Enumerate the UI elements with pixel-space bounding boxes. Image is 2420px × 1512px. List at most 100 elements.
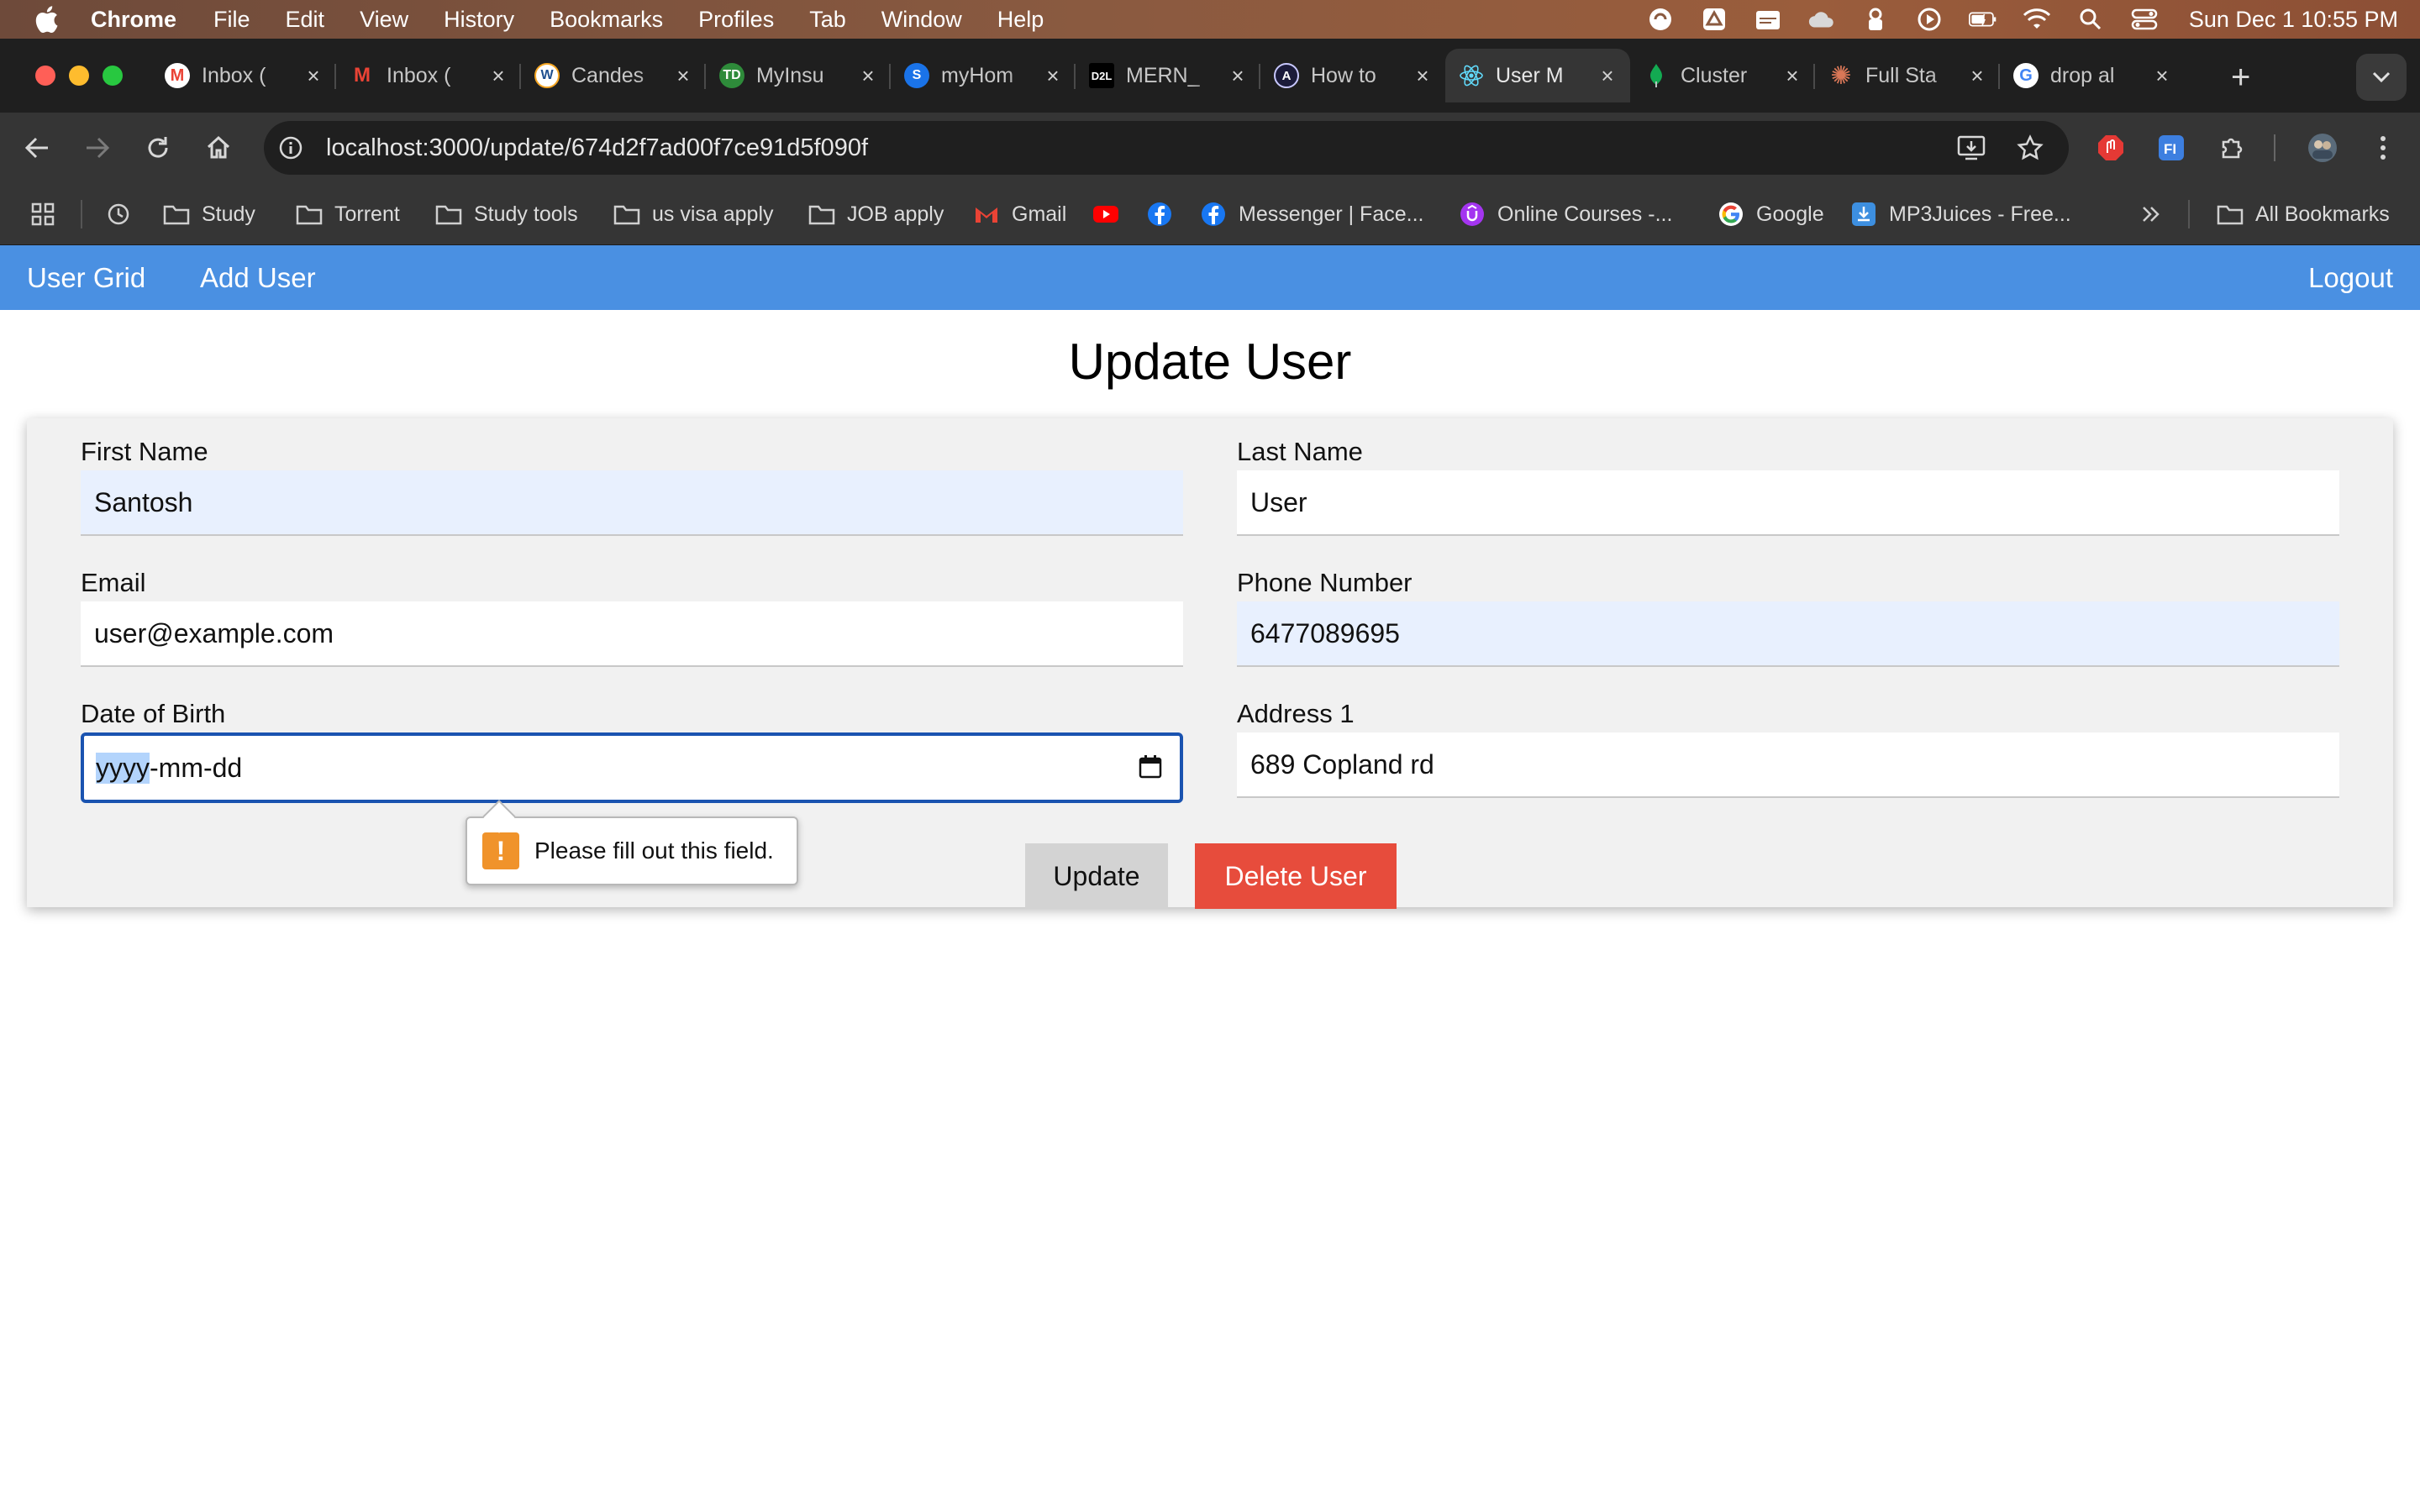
folder-icon	[435, 202, 462, 227]
install-app-icon[interactable]	[1956, 133, 1986, 163]
address1-field[interactable]: 689 Copland rd	[1237, 732, 2339, 798]
menubar-clock[interactable]: Sun Dec 1 10:55 PM	[2189, 7, 2398, 33]
phone-number-field[interactable]: 6477089695	[1237, 601, 2339, 667]
gmail-icon: M	[354, 64, 371, 87]
bookmark-label: Messenger | Face...	[1239, 202, 1424, 226]
tab-mern[interactable]: D2L MERN_ ×	[1076, 49, 1260, 102]
email-field[interactable]: user@example.com	[81, 601, 1183, 667]
close-icon[interactable]: ×	[1042, 63, 1064, 88]
menu-app-name[interactable]: Chrome	[91, 7, 176, 33]
menu-tab[interactable]: Tab	[809, 7, 846, 33]
menu-profiles[interactable]: Profiles	[698, 7, 774, 33]
close-icon[interactable]: ×	[1412, 63, 1434, 88]
drive-icon[interactable]	[1700, 7, 1728, 32]
fi-extension-icon[interactable]: FI	[2154, 131, 2188, 165]
last-name-field[interactable]: User	[1237, 470, 2339, 536]
bookmark-job-apply[interactable]: JOB apply	[808, 198, 944, 230]
menu-file[interactable]: File	[213, 7, 250, 33]
tab-myinsu[interactable]: TD MyInsu ×	[706, 49, 891, 102]
more-bookmarks-chevron-icon[interactable]	[2141, 198, 2161, 230]
close-icon[interactable]: ×	[1227, 63, 1249, 88]
site-info-icon[interactable]	[276, 133, 306, 163]
tab-search-chevron-icon[interactable]	[2356, 54, 2407, 101]
play-icon[interactable]	[1915, 7, 1944, 32]
bookmark-label: Gmail	[1012, 202, 1067, 226]
nav-user-grid-link[interactable]: User Grid	[27, 262, 145, 294]
close-window-button[interactable]	[35, 66, 55, 86]
close-icon[interactable]: ×	[487, 63, 509, 88]
url-text[interactable]: localhost:3000/update/674d2f7ad00f7ce91d…	[326, 134, 868, 162]
menu-help[interactable]: Help	[997, 7, 1044, 33]
close-icon[interactable]: ×	[1781, 63, 1803, 88]
menu-window[interactable]: Window	[881, 7, 962, 33]
battery-icon[interactable]	[1968, 7, 1997, 32]
bookmark-gmail[interactable]: Gmail	[973, 198, 1066, 230]
close-icon[interactable]: ×	[857, 63, 879, 88]
bookmark-facebook[interactable]	[1146, 198, 1185, 230]
tab-candes[interactable]: W Candes ×	[521, 49, 706, 102]
close-icon[interactable]: ×	[2151, 63, 2173, 88]
tab-inbox-2[interactable]: M Inbox ( ×	[336, 49, 521, 102]
bookmark-youtube[interactable]	[1092, 198, 1131, 230]
close-icon[interactable]: ×	[1966, 63, 1988, 88]
delete-user-button[interactable]: Delete User	[1195, 843, 1397, 909]
bookmark-all-bookmarks[interactable]: All Bookmarks	[2217, 198, 2390, 230]
wifi-icon[interactable]	[2023, 7, 2051, 32]
calendar-icon[interactable]	[1138, 754, 1163, 780]
history-clock-icon[interactable]	[106, 198, 131, 230]
bookmark-study-tools[interactable]: Study tools	[435, 198, 578, 230]
bookmark-mp3juices[interactable]: MP3Juices - Free...	[1850, 198, 2071, 230]
tab-user-management[interactable]: User M ×	[1445, 49, 1630, 102]
date-of-birth-field[interactable]: yyyy -mm-dd	[81, 732, 1183, 803]
tab-inbox-1[interactable]: M Inbox ( ×	[151, 49, 336, 102]
tab-drop-all[interactable]: G drop al ×	[2000, 49, 2185, 102]
extensions-puzzle-icon[interactable]	[2215, 131, 2249, 165]
address-bar[interactable]: localhost:3000/update/674d2f7ad00f7ce91d…	[264, 121, 2069, 175]
bookmark-torrent[interactable]: Torrent	[296, 198, 400, 230]
close-icon[interactable]: ×	[302, 63, 324, 88]
last-name-label: Last Name	[1237, 437, 1363, 466]
control-center-icon[interactable]	[2130, 7, 2159, 32]
menu-view[interactable]: View	[360, 7, 408, 33]
adblock-extension-icon[interactable]	[2094, 131, 2128, 165]
profile-avatar[interactable]	[2306, 131, 2339, 165]
bookmark-messenger[interactable]: Messenger | Face...	[1200, 198, 1423, 230]
tab-myhome[interactable]: S myHom ×	[891, 49, 1076, 102]
new-tab-plus-icon[interactable]: +	[2231, 59, 2250, 97]
nav-logout-link[interactable]: Logout	[2308, 262, 2393, 294]
tab-howto[interactable]: A How to ×	[1260, 49, 1445, 102]
menu-edit[interactable]: Edit	[286, 7, 325, 33]
bookmark-study[interactable]: Study	[163, 198, 255, 230]
tab-fullstack[interactable]: ✺ Full Sta ×	[1815, 49, 2000, 102]
creative-cloud-icon[interactable]	[1646, 7, 1675, 32]
bookmark-label: JOB apply	[847, 202, 944, 226]
apple-icon[interactable]	[34, 5, 59, 34]
reload-icon[interactable]	[141, 131, 175, 165]
forward-arrow-icon[interactable]	[81, 131, 114, 165]
zoom-window-button[interactable]	[103, 66, 123, 86]
bookmark-us-visa-apply[interactable]: us visa apply	[613, 198, 774, 230]
apps-grid-icon[interactable]	[30, 198, 55, 230]
vpn-icon[interactable]	[1861, 7, 1890, 32]
spotlight-search-icon[interactable]	[2076, 7, 2105, 32]
nav-add-user-link[interactable]: Add User	[200, 262, 316, 294]
icloud-icon[interactable]	[1807, 7, 1836, 32]
bookmark-star-icon[interactable]	[2015, 133, 2045, 163]
menu-history[interactable]: History	[444, 7, 514, 33]
bookmark-online-courses[interactable]: Online Courses -...	[1459, 198, 1672, 230]
kebab-menu-icon[interactable]	[2366, 131, 2400, 165]
menu-bookmarks[interactable]: Bookmarks	[550, 7, 663, 33]
calendar-app-icon[interactable]	[1754, 7, 1782, 32]
bookmark-google[interactable]: Google	[1718, 198, 1824, 230]
back-arrow-icon[interactable]	[20, 131, 54, 165]
update-button[interactable]: Update	[1025, 843, 1168, 909]
dob-month-day-segments[interactable]: -mm-dd	[150, 753, 242, 784]
minimize-window-button[interactable]	[69, 66, 89, 86]
close-icon[interactable]: ×	[672, 63, 694, 88]
tab-cluster[interactable]: Cluster ×	[1630, 49, 1815, 102]
dob-year-segment[interactable]: yyyy	[96, 752, 150, 784]
close-icon[interactable]: ×	[1597, 63, 1618, 88]
first-name-field[interactable]: Santosh	[81, 470, 1183, 536]
tab-title: Cluster	[1681, 63, 1748, 87]
home-icon[interactable]	[202, 131, 235, 165]
